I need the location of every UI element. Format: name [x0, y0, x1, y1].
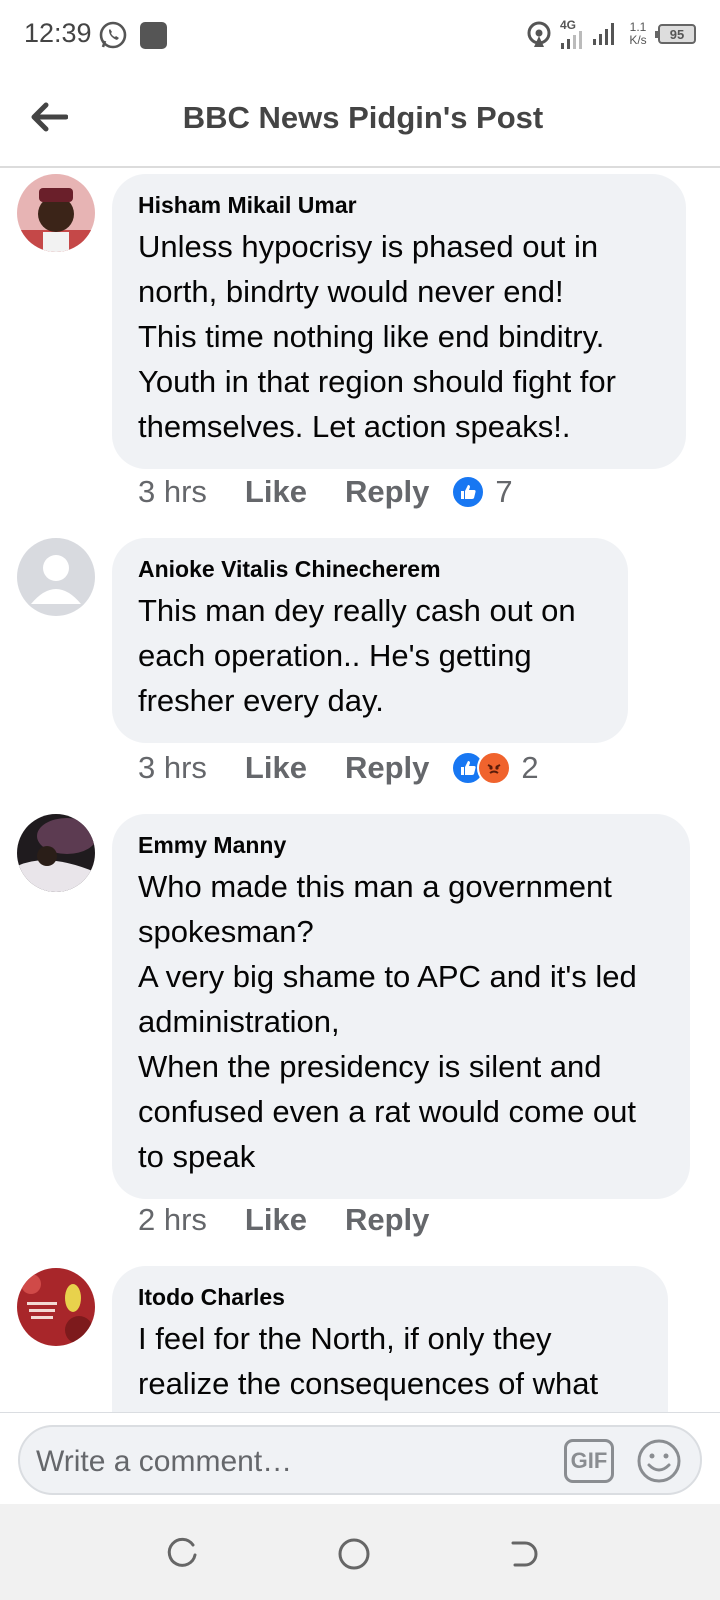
network-type: 4G	[560, 18, 577, 32]
back-nav-icon	[511, 1541, 538, 1567]
post-header: BBC News Pidgin's Post	[0, 70, 720, 168]
comments-list[interactable]: Hisham Mikail Umar Unless hypocrisy is p…	[0, 168, 720, 1412]
avatar[interactable]	[17, 538, 95, 616]
system-nav-bar	[0, 1504, 720, 1600]
like-button[interactable]: Like	[245, 474, 307, 510]
status-bar: 12:39 4G 1.1 K/s 95	[0, 0, 720, 70]
comment-actions: 3 hrs Like Reply 7	[138, 470, 513, 514]
avatar[interactable]	[17, 814, 95, 892]
reaction-count: 2	[521, 750, 539, 785]
thumbs-up-icon	[451, 475, 486, 509]
signal-bars-2-icon	[593, 23, 614, 45]
screen: 12:39 4G 1.1 K/s 95 BBC News Pidgin's Po…	[0, 0, 720, 1600]
like-button[interactable]: Like	[245, 1202, 307, 1238]
network-speed: 1.1 K/s	[629, 20, 647, 47]
comment-author[interactable]: Itodo Charles	[138, 1282, 642, 1312]
avatar[interactable]	[17, 174, 95, 252]
comment-actions: 2 hrs Like Reply	[138, 1198, 451, 1242]
comment-bubble[interactable]: Hisham Mikail Umar Unless hypocrisy is p…	[112, 174, 686, 469]
comment-text: Unless hypocrisy is phased out in north,…	[138, 229, 616, 444]
comment-input[interactable]	[36, 1444, 536, 1480]
comment-author[interactable]: Hisham Mikail Umar	[138, 190, 660, 220]
status-indicators: 4G 1.1 K/s 95	[524, 16, 696, 52]
status-time: 12:39	[24, 18, 92, 48]
home-button[interactable]	[332, 1532, 376, 1576]
gif-button[interactable]: GIF	[564, 1439, 614, 1483]
comment-time[interactable]: 2 hrs	[138, 1202, 207, 1238]
signal-bars-icon	[561, 31, 582, 49]
home-icon	[338, 1538, 370, 1570]
angry-face-icon	[477, 751, 512, 785]
notification-icon	[140, 22, 167, 49]
whatsapp-icon	[98, 20, 128, 55]
battery-indicator: 95	[655, 24, 696, 44]
comment-bubble[interactable]: Emmy Manny Who made this man a governmen…	[112, 814, 690, 1199]
comment-bubble[interactable]: Anioke Vitalis Chinecherem This man dey …	[112, 538, 628, 743]
back-nav-button[interactable]	[502, 1532, 546, 1576]
comment-time[interactable]: 3 hrs	[138, 750, 207, 786]
comment-composer-bar: GIF	[0, 1412, 720, 1504]
avatar[interactable]	[17, 1268, 95, 1346]
reply-button[interactable]: Reply	[345, 750, 429, 786]
reactions-summary[interactable]: 2	[451, 750, 539, 786]
comment-text: This man dey really cash out on each ope…	[138, 593, 576, 718]
comment-bubble[interactable]: Itodo Charles I feel for the North, if o…	[112, 1266, 668, 1412]
like-button[interactable]: Like	[245, 750, 307, 786]
reactions-summary[interactable]: 7	[451, 474, 513, 510]
reply-button[interactable]: Reply	[345, 1202, 429, 1238]
recent-apps-icon	[167, 1537, 197, 1567]
hotspot-icon	[527, 21, 551, 47]
page-title: BBC News Pidgin's Post	[182, 100, 544, 135]
signal-1: 4G	[560, 19, 586, 49]
recent-apps-button[interactable]	[160, 1532, 204, 1576]
comment-author[interactable]: Anioke Vitalis Chinecherem	[138, 554, 602, 584]
comment-time[interactable]: 3 hrs	[138, 474, 207, 510]
reply-button[interactable]: Reply	[345, 474, 429, 510]
comment-actions: 3 hrs Like Reply 2	[138, 746, 539, 790]
smiley-icon	[637, 1439, 681, 1483]
reaction-count: 7	[495, 474, 513, 509]
emoji-button[interactable]	[636, 1438, 682, 1484]
comment-author[interactable]: Emmy Manny	[138, 830, 664, 860]
comment-composer[interactable]: GIF	[18, 1425, 702, 1495]
comment-text: Who made this man a government spokesman…	[138, 869, 637, 1174]
comment-text: I feel for the North, if only they reali…	[138, 1321, 599, 1401]
